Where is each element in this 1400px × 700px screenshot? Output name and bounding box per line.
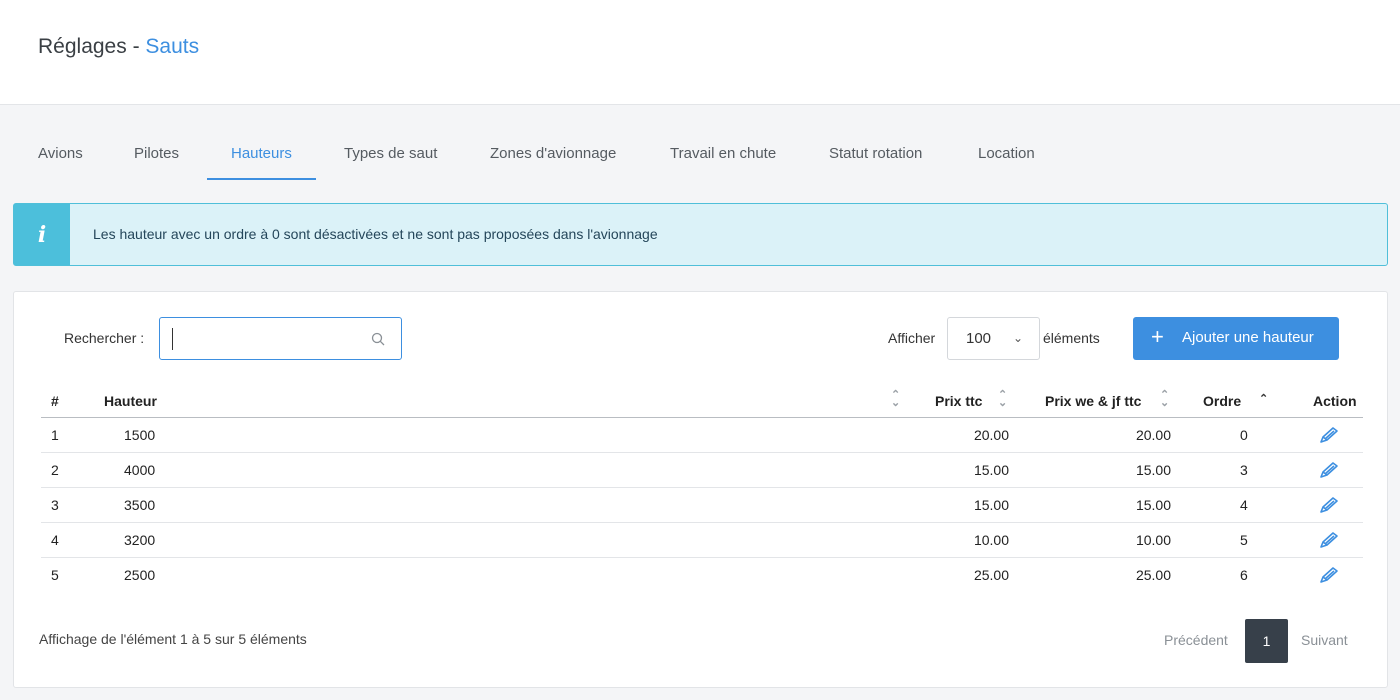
heights-card: Rechercher : Afficher 100 ⌄ éléments + A…: [13, 291, 1388, 688]
table-row: 2 4000 15.00 15.00 3: [41, 453, 1363, 488]
sort-icon[interactable]: ⌃ ⌄: [998, 390, 1007, 409]
cell-order: 4: [1240, 497, 1248, 513]
sort-icon[interactable]: ⌃ ⌄: [1160, 390, 1169, 409]
page-header: Réglages - Sauts: [0, 0, 1400, 105]
page-title-prefix: Réglages: [38, 35, 127, 58]
cell-order: 5: [1240, 532, 1248, 548]
cell-price-we: 20.00: [1135, 427, 1171, 443]
search-input[interactable]: [172, 328, 362, 350]
alert-text: Les hauteur avec un ordre à 0 sont désac…: [93, 226, 658, 242]
page-1-button[interactable]: 1: [1245, 619, 1288, 663]
tab-zones-avionnage[interactable]: Zones d'avionnage: [466, 128, 640, 180]
alert-icon-box: i: [14, 204, 70, 265]
cell-order: 0: [1240, 427, 1248, 443]
cell-order: 3: [1240, 462, 1248, 478]
table-row: 3 3500 15.00 15.00 4: [41, 488, 1363, 523]
cell-height: 1500: [124, 427, 156, 443]
edit-icon[interactable]: [1319, 566, 1339, 584]
tab-avions[interactable]: Avions: [14, 128, 107, 180]
edit-icon[interactable]: [1319, 496, 1339, 514]
table-row: 5 2500 25.00 25.00 6: [41, 558, 1363, 593]
table-row: 4 3200 10.00 10.00 5: [41, 523, 1363, 558]
info-icon: i: [37, 221, 47, 248]
pagination-info: Affichage de l'élément 1 à 5 sur 5 éléme…: [39, 631, 307, 647]
next-page-button[interactable]: Suivant: [1301, 632, 1348, 648]
cell-num: 2: [51, 462, 59, 478]
cell-price: 25.00: [973, 567, 1009, 583]
sort-asc-icon[interactable]: ⌃: [1259, 394, 1268, 405]
tab-travail-en-chute[interactable]: Travail en chute: [646, 128, 800, 180]
search-label: Rechercher :: [64, 330, 145, 346]
cell-num: 5: [51, 567, 59, 583]
search-icon: [371, 332, 385, 346]
cell-order: 6: [1240, 567, 1248, 583]
cell-price: 10.00: [973, 532, 1009, 548]
cell-height: 4000: [124, 462, 156, 478]
tab-statut-rotation[interactable]: Statut rotation: [805, 128, 946, 180]
cell-height: 3500: [124, 497, 156, 513]
cell-price: 20.00: [973, 427, 1009, 443]
plus-icon: +: [1151, 324, 1164, 349]
show-label: Afficher: [888, 330, 936, 346]
cell-price-we: 15.00: [1135, 462, 1171, 478]
page-size-value: 100: [966, 330, 992, 347]
table-row: 1 1500 20.00 20.00 0: [41, 418, 1363, 453]
cell-height: 3200: [124, 532, 156, 548]
col-price[interactable]: Prix ttc: [935, 393, 982, 409]
col-order[interactable]: Ordre: [1203, 393, 1241, 409]
col-price-we[interactable]: Prix we & jf ttc: [1045, 393, 1141, 409]
page-title: Réglages - Sauts: [38, 35, 199, 59]
add-height-label: Ajouter une hauteur: [1182, 329, 1314, 346]
cell-num: 3: [51, 497, 59, 513]
tab-hauteurs[interactable]: Hauteurs: [207, 128, 316, 180]
tab-location[interactable]: Location: [954, 128, 1059, 180]
cell-num: 1: [51, 427, 59, 443]
col-num[interactable]: #: [51, 393, 59, 409]
tab-types-de-saut[interactable]: Types de saut: [320, 128, 461, 180]
edit-icon[interactable]: [1319, 531, 1339, 549]
info-alert: i Les hauteur avec un ordre à 0 sont dés…: [13, 203, 1388, 266]
prev-page-button[interactable]: Précédent: [1164, 632, 1228, 648]
cell-price: 15.00: [973, 497, 1009, 513]
cell-price-we: 25.00: [1135, 567, 1171, 583]
items-label: éléments: [1043, 330, 1100, 346]
chevron-down-icon: ⌄: [1012, 331, 1023, 345]
page-title-section: Sauts: [145, 35, 200, 58]
table-header: # Hauteur ⌃ ⌄ Prix ttc ⌃ ⌄ Prix we & jf tt…: [41, 385, 1363, 418]
page-title-separator: -: [126, 35, 146, 58]
sort-icon[interactable]: ⌃ ⌄: [891, 390, 900, 409]
cell-price: 15.00: [973, 462, 1009, 478]
page-size-select[interactable]: 100 ⌄: [947, 317, 1040, 360]
cell-price-we: 10.00: [1135, 532, 1171, 548]
add-height-button[interactable]: + Ajouter une hauteur: [1133, 317, 1339, 360]
tab-pilotes[interactable]: Pilotes: [110, 128, 203, 180]
col-height[interactable]: Hauteur: [104, 393, 157, 409]
col-action: Action: [1313, 393, 1357, 409]
cell-price-we: 15.00: [1135, 497, 1171, 513]
cell-num: 4: [51, 532, 59, 548]
edit-icon[interactable]: [1319, 461, 1339, 479]
heights-table: # Hauteur ⌃ ⌄ Prix ttc ⌃ ⌄ Prix we & jf tt…: [41, 385, 1363, 593]
edit-icon[interactable]: [1319, 426, 1339, 444]
search-box[interactable]: [159, 317, 402, 360]
cell-height: 2500: [124, 567, 156, 583]
